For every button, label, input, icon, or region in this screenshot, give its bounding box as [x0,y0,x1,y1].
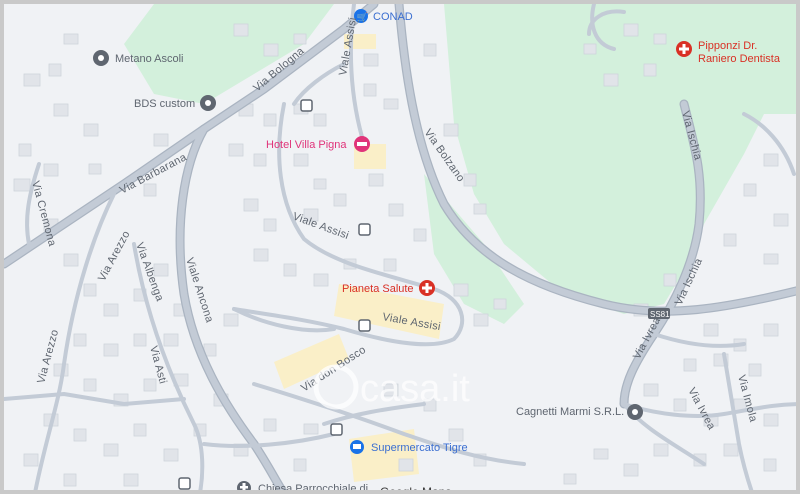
poi-label-hotel-villa-pigna[interactable]: Hotel Villa Pigna [266,139,347,151]
poi-label-metano-ascoli[interactable]: Metano Ascoli [115,53,183,65]
map-canvas[interactable]: 🛒 Via Bologna Viale Assisi Via Bolzano V… [4,4,800,494]
poi-label-bds-custom[interactable]: BDS custom [134,98,195,110]
poi-label-cagnetti-marmi[interactable]: Cagnetti Marmi S.R.L. [516,406,624,418]
poi-label-pipponzi[interactable]: Pipponzi Dr. [698,40,757,52]
watermark-text: casa.it [360,368,470,410]
google-maps-credit: Google Maps [380,485,451,494]
poi-label-conad[interactable]: CONAD [373,11,413,23]
map-frame: 🛒 Via Bologna Viale Assisi Via Bolzano V… [0,0,800,494]
poi-label-pianeta-salute[interactable]: Pianeta Salute [342,283,414,295]
poi-label-raniero-dentista[interactable]: Raniero Dentista [698,53,781,65]
poi-label-chiesa[interactable]: Chiesa Parrocchiale di [258,483,368,494]
poi-label-supermercato-tigre[interactable]: Supermercato Tigre [371,442,468,454]
